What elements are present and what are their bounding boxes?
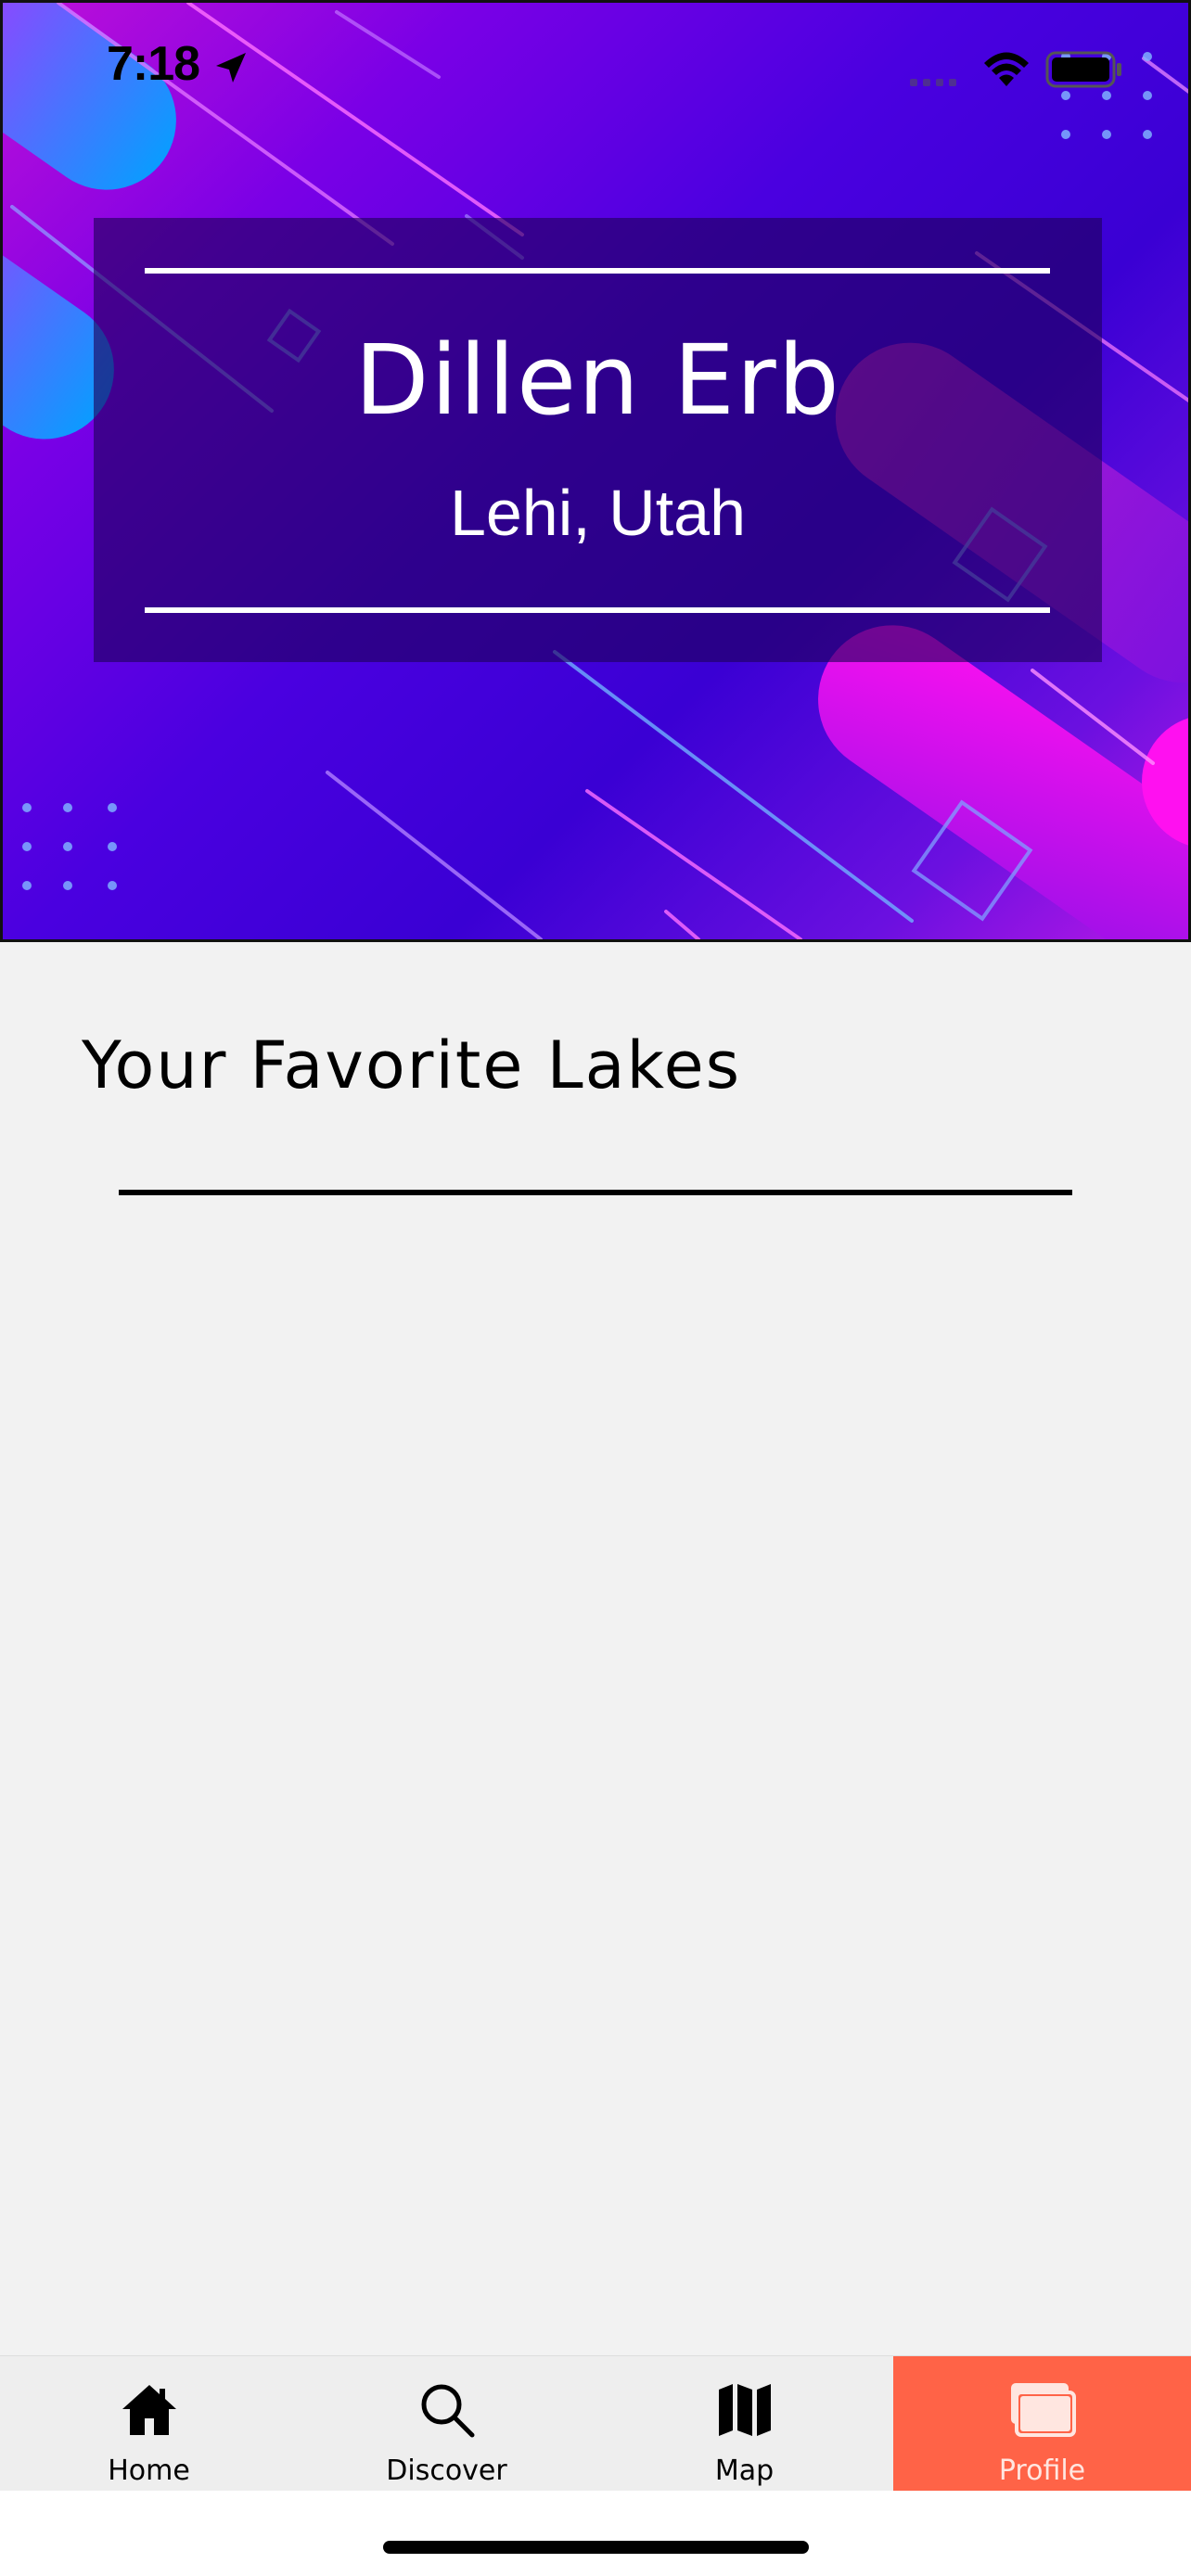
home-indicator-area — [0, 2491, 1191, 2576]
card-bottom-divider — [145, 607, 1050, 613]
wifi-icon — [984, 52, 1029, 86]
tab-discover[interactable]: Discover — [298, 2356, 596, 2492]
home-icon — [122, 2385, 176, 2435]
tab-map-label: Map — [714, 2455, 775, 2487]
tab-profile[interactable]: Profile — [893, 2356, 1191, 2492]
location-arrow-icon — [216, 53, 246, 83]
profile-name: Dillen Erb — [354, 324, 841, 437]
tab-map[interactable]: Map — [596, 2356, 893, 2492]
tab-home[interactable]: Home — [0, 2356, 298, 2492]
tab-bar: Home Discover Map Profile — [0, 2355, 1191, 2492]
home-indicator[interactable] — [383, 2541, 809, 2554]
tab-home-label: Home — [108, 2455, 190, 2487]
status-time: 7:18 — [107, 37, 200, 91]
card-top-divider — [145, 268, 1050, 274]
favorites-title: Your Favorite Lakes — [82, 1027, 742, 1103]
profile-cards-icon — [1010, 2383, 1076, 2437]
favorites-divider — [119, 1190, 1072, 1195]
tab-discover-label: Discover — [386, 2455, 507, 2487]
cellular-signal-icon — [910, 79, 956, 86]
status-bar: 7:18 — [3, 3, 1188, 133]
search-icon — [421, 2384, 474, 2438]
favorites-list — [0, 1205, 1191, 2346]
profile-location: Lehi, Utah — [449, 477, 747, 549]
tab-profile-label: Profile — [998, 2455, 1086, 2487]
battery-icon — [1045, 51, 1121, 88]
profile-header: 7:18 Dillen Erb Lehi, Utah — [0, 0, 1191, 942]
map-icon — [718, 2384, 771, 2436]
profile-card: Dillen Erb Lehi, Utah — [94, 218, 1102, 662]
